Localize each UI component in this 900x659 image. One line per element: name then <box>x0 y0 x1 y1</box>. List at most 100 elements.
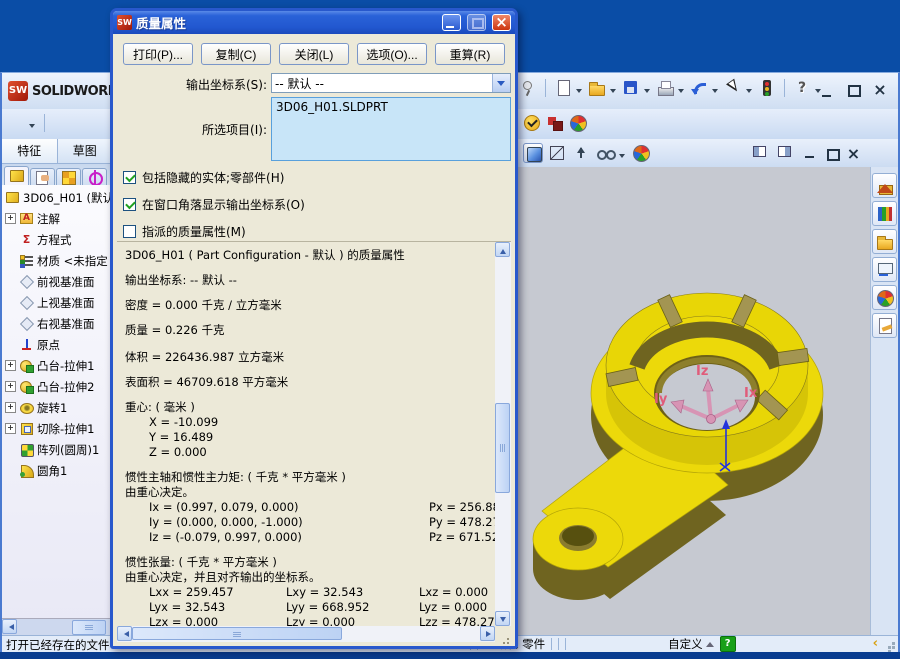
expand-toggle[interactable]: + <box>5 381 16 392</box>
expand-toggle[interactable]: + <box>5 360 16 371</box>
selected-items-listbox[interactable]: 3D06_H01.SLDPRT <box>271 97 511 161</box>
new-icon[interactable] <box>553 78 573 98</box>
measure-icon[interactable] <box>52 113 72 133</box>
expand-toggle[interactable]: + <box>5 213 16 224</box>
restore-icon[interactable] <box>844 81 864 101</box>
minimize-icon[interactable] <box>801 145 818 162</box>
report-vertical-scrollbar[interactable] <box>495 242 511 626</box>
restore-icon[interactable] <box>823 145 840 162</box>
select-dropdown-icon[interactable] <box>746 89 752 96</box>
task-pane-custom-properties-button[interactable] <box>872 313 897 338</box>
tree-horizontal-scrollbar[interactable] <box>2 618 114 635</box>
tree-item[interactable]: 上视基准面 <box>2 292 113 313</box>
tree-item-label: 切除-拉伸1 <box>37 421 94 437</box>
scroll-thumb[interactable] <box>72 620 106 635</box>
traffic-light-icon[interactable] <box>757 78 777 98</box>
save-dropdown-icon[interactable] <box>644 89 650 96</box>
help-icon[interactable] <box>792 78 812 98</box>
task-pane-network-button[interactable] <box>872 285 897 310</box>
tree-item[interactable]: 3D06_H01 (默认 <box>2 187 113 208</box>
standard-toolbar <box>518 78 823 98</box>
dialog-button[interactable]: 关闭(L) <box>279 43 349 65</box>
task-pane-file-explorer-button[interactable] <box>872 229 897 254</box>
tree-item[interactable]: 材质 <未指定 <box>2 250 113 271</box>
open-icon[interactable] <box>587 78 607 98</box>
color-swatch-icon[interactable] <box>545 113 565 133</box>
shaded-icon[interactable] <box>523 143 543 163</box>
report-line: Z = 0.000 <box>125 445 495 460</box>
tree-item[interactable]: +旋转1 <box>2 397 113 418</box>
undo-icon[interactable] <box>689 78 709 98</box>
print-dropdown-icon[interactable] <box>678 89 684 96</box>
combobox-dropdown-icon[interactable] <box>492 74 510 92</box>
dialog-button[interactable]: 选项(O)... <box>357 43 427 65</box>
render-icon[interactable] <box>631 143 651 163</box>
report-horizontal-scrollbar[interactable] <box>117 626 495 642</box>
checkbox[interactable] <box>123 225 136 238</box>
tile-left-icon[interactable] <box>751 143 771 163</box>
dialog-resize-grip[interactable] <box>495 626 511 642</box>
spell-check-icon[interactable] <box>522 113 542 133</box>
open-dropdown-icon[interactable] <box>610 89 616 96</box>
tree-item[interactable]: 阵列(圆周)1 <box>2 439 113 460</box>
tree-item[interactable]: + 注解 <box>2 208 113 229</box>
tab-特征[interactable]: 特征 <box>2 139 58 163</box>
graphics-viewport[interactable]: Iz Iy Ix <box>518 167 870 635</box>
dialog-close-button[interactable] <box>492 14 511 31</box>
close-icon[interactable] <box>845 145 862 162</box>
checkbox[interactable] <box>123 171 136 184</box>
new-dropdown-icon[interactable] <box>576 89 582 96</box>
tile-right-icon[interactable] <box>776 143 796 163</box>
selection-filter-icon[interactable] <box>6 113 26 133</box>
task-pane-resources-home-button[interactable] <box>872 173 897 198</box>
output-coord-combobox[interactable]: -- 默认 -- <box>271 73 511 93</box>
status-customize[interactable]: 自定义 <box>668 636 714 652</box>
undo-dropdown-icon[interactable] <box>712 89 718 96</box>
tree-item[interactable]: 前视基准面 <box>2 271 113 292</box>
task-pane-design-library-button[interactable] <box>872 201 897 226</box>
scroll-left-button[interactable] <box>2 619 17 634</box>
wireframe-icon[interactable] <box>547 143 567 163</box>
dialog-button[interactable]: 打印(P)... <box>123 43 193 65</box>
task-pane-view-palette-button[interactable] <box>872 257 897 282</box>
dialog-button[interactable]: 复制(C) <box>201 43 271 65</box>
tree-item[interactable]: 原点 <box>2 334 113 355</box>
vertical-scroll-thumb[interactable] <box>495 403 510 493</box>
tree-item[interactable]: 方程式 <box>2 229 113 250</box>
tree-item[interactable]: +凸台-拉伸2 <box>2 376 113 397</box>
horizontal-scroll-thumb[interactable] <box>132 627 342 640</box>
tree-item[interactable]: 圆角1 <box>2 460 113 481</box>
color-wheel-icon[interactable] <box>568 113 588 133</box>
dialog-minimize-button[interactable] <box>442 14 461 31</box>
tab-草图[interactable]: 草图 <box>58 139 114 163</box>
pin-icon[interactable] <box>518 78 538 98</box>
tree-item[interactable]: + 切除-拉伸1 <box>2 418 113 439</box>
save-icon[interactable] <box>621 78 641 98</box>
scroll-right-button[interactable] <box>480 626 495 641</box>
dialog-button[interactable]: 重算(R) <box>435 43 505 65</box>
checkbox[interactable] <box>123 198 136 211</box>
expand-toggle[interactable]: + <box>5 402 16 413</box>
mass-properties-icon[interactable] <box>75 113 95 133</box>
tree-item[interactable]: 右视基准面 <box>2 313 113 334</box>
report-text[interactable]: 3D06_H01 ( Part Configuration - 默认 ) 的质量… <box>117 242 495 626</box>
report-line: Lyx = 32.543Lyy = 668.952Lyz = 0.000 <box>125 600 495 615</box>
dialog-titlebar[interactable]: SW 质量属性 <box>113 11 515 34</box>
display-mode-icon[interactable] <box>595 143 615 163</box>
select-icon[interactable] <box>723 78 743 98</box>
tree-item-label: 注解 <box>37 211 60 227</box>
expand-toggle[interactable]: + <box>5 423 16 434</box>
status-help-icon[interactable]: ? <box>720 636 736 652</box>
display-mode-dropdown-icon[interactable] <box>619 154 625 161</box>
close-icon[interactable] <box>870 81 890 101</box>
view-orientation-icon[interactable] <box>571 143 591 163</box>
minimize-icon[interactable] <box>818 81 838 101</box>
scroll-left-button[interactable] <box>117 626 132 641</box>
print-icon[interactable] <box>655 78 675 98</box>
selection-filter-dropdown-icon[interactable] <box>29 124 35 131</box>
scroll-up-button[interactable] <box>495 242 510 257</box>
resize-grip[interactable] <box>884 638 896 650</box>
task-pane-collapse-icon[interactable]: ‹ <box>873 637 878 651</box>
scroll-down-button[interactable] <box>495 611 510 626</box>
tree-item[interactable]: +凸台-拉伸1 <box>2 355 113 376</box>
